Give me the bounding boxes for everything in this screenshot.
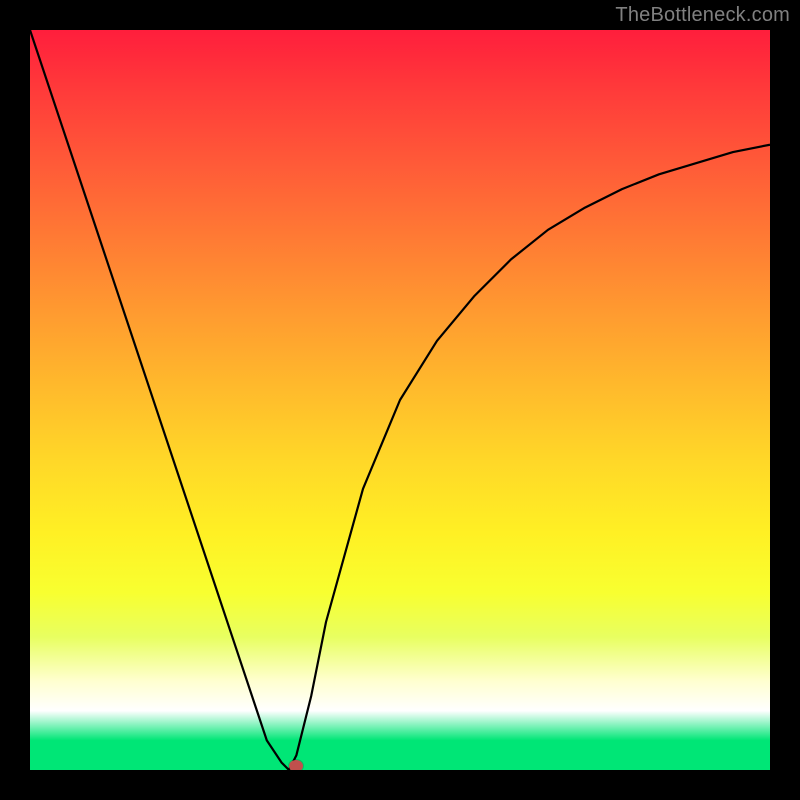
curve-svg — [30, 30, 770, 770]
watermark-text: TheBottleneck.com — [615, 4, 790, 27]
plot-area — [30, 30, 770, 770]
minimum-marker — [289, 760, 303, 770]
bottleneck-curve-path — [30, 30, 770, 770]
chart-frame: TheBottleneck.com — [0, 0, 800, 800]
